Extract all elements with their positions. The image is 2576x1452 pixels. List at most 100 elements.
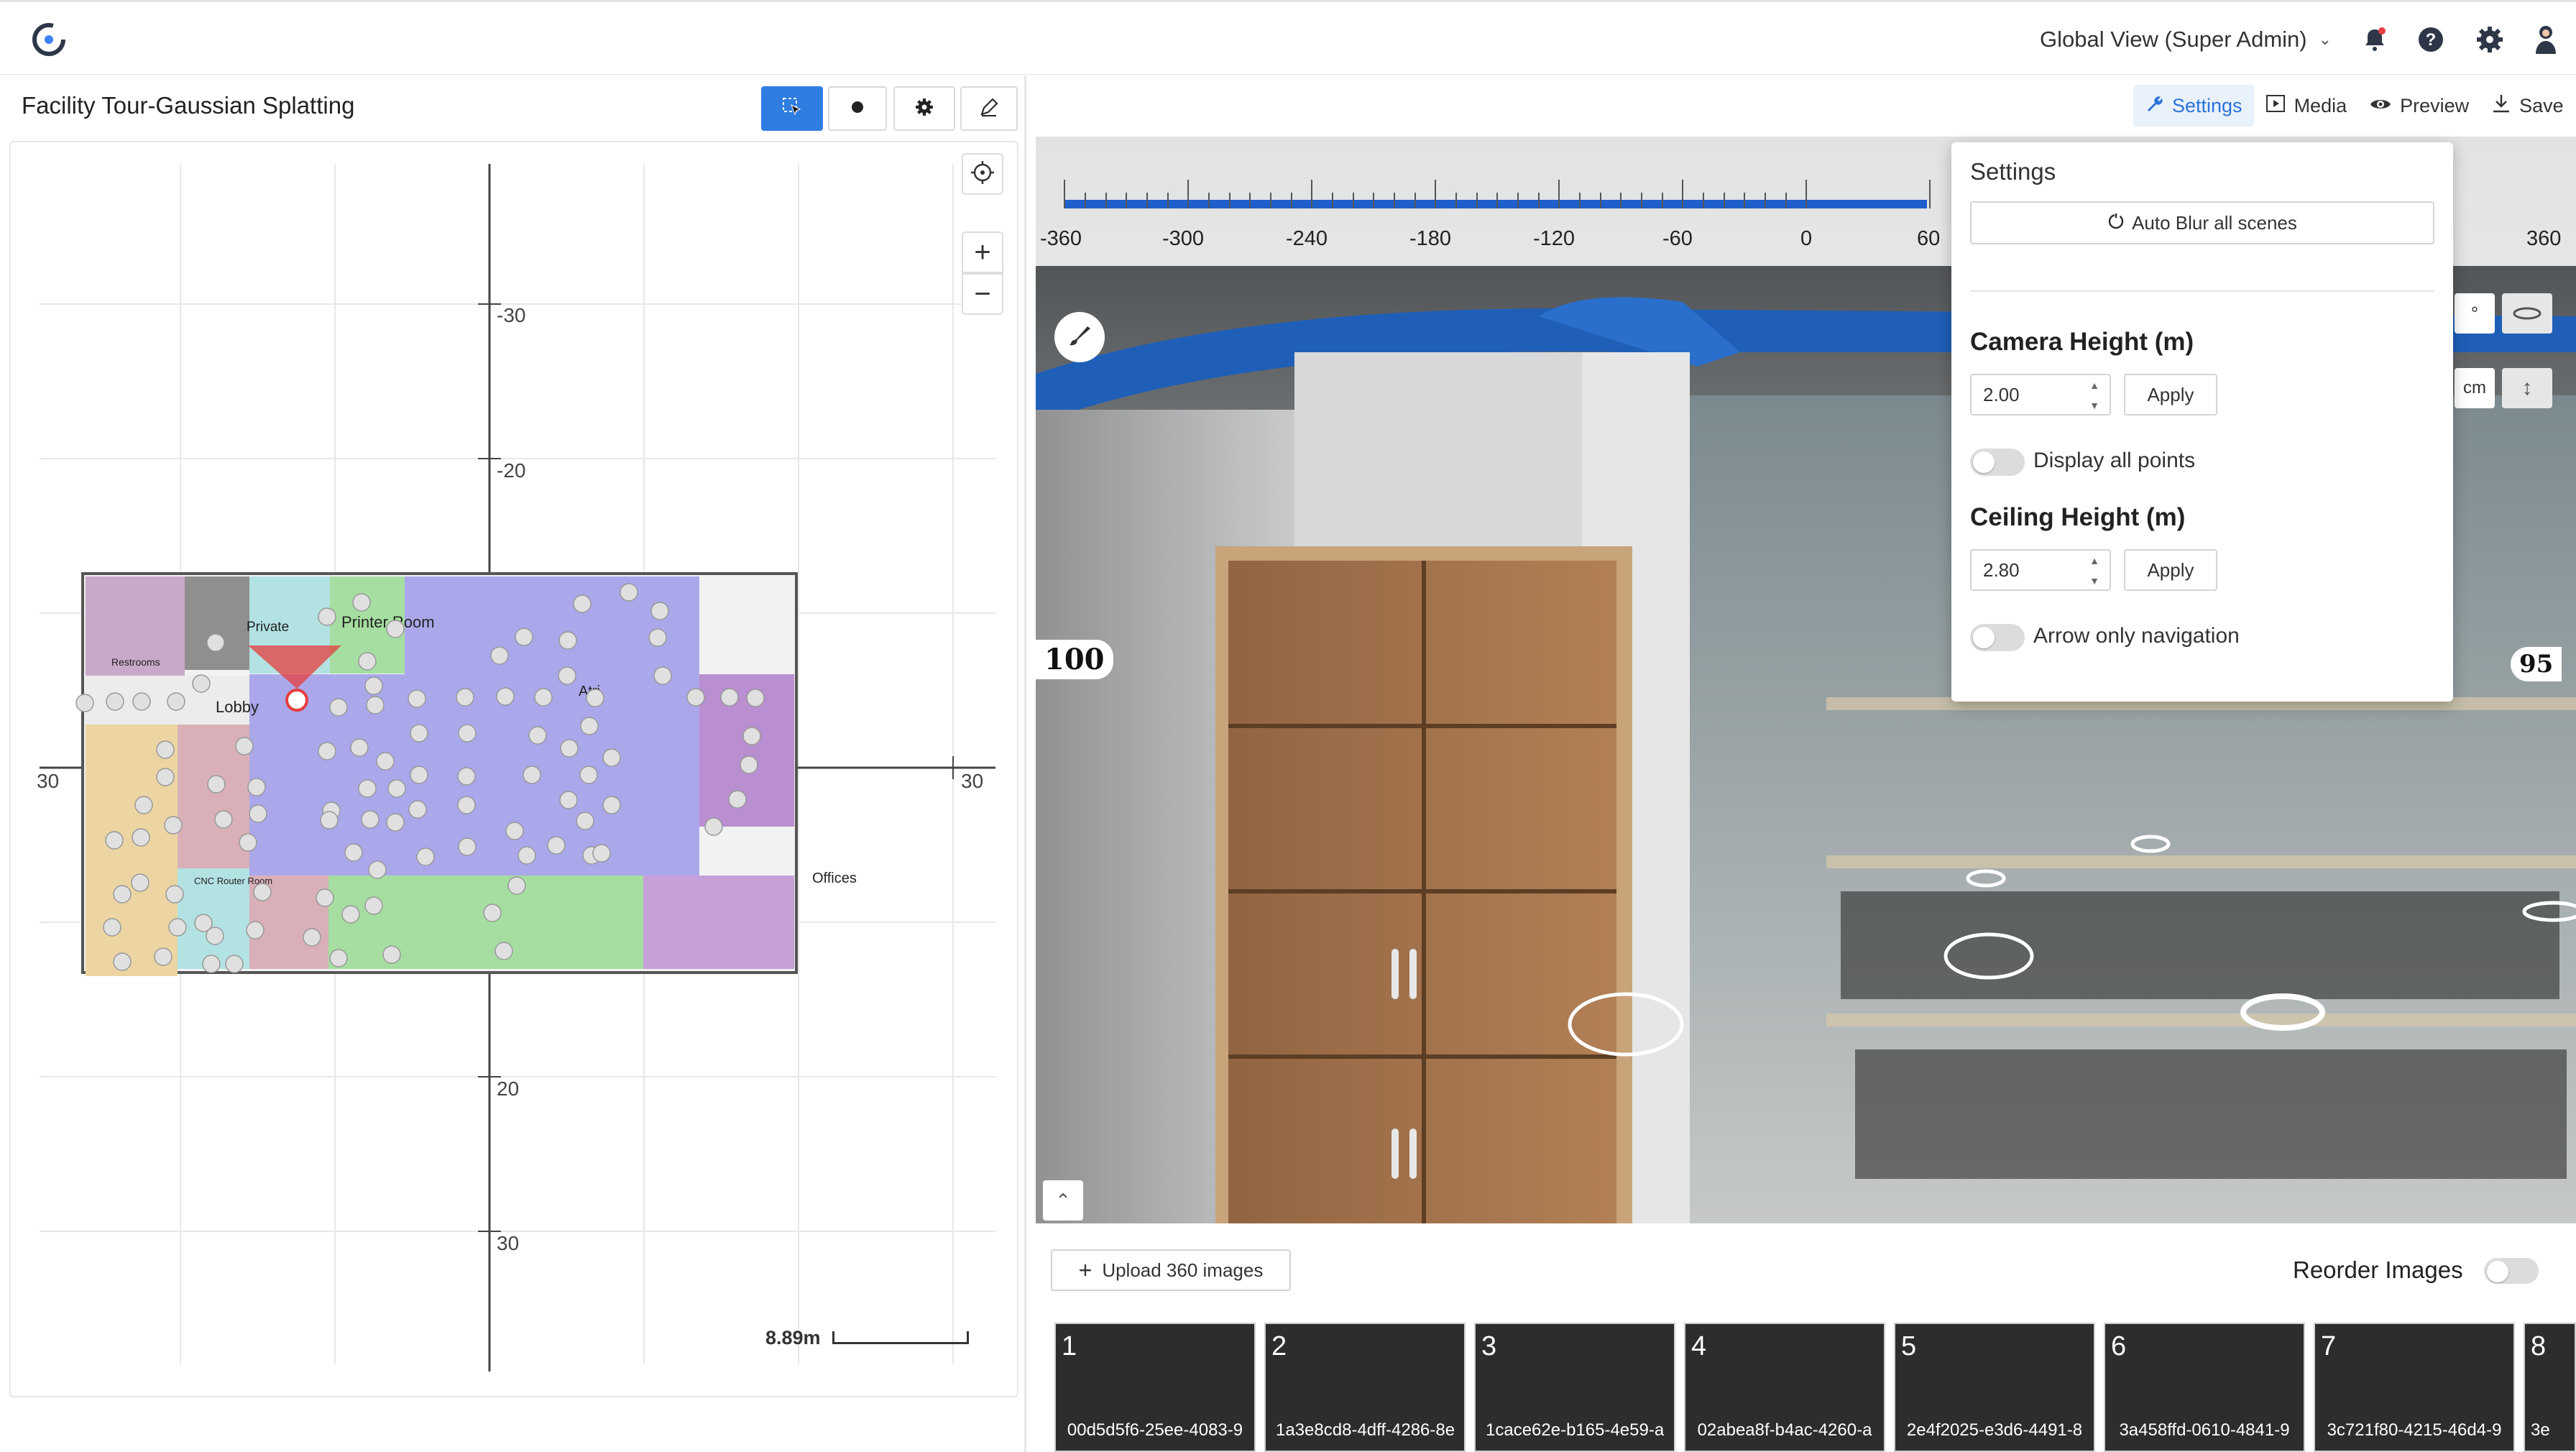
thumbnail-7[interactable]: 7 3c721f80-4215-46d4-9 [2314,1323,2515,1452]
ruler-label: -120 [1533,227,1576,250]
tour-title: Facility Tour-Gaussian Splatting [22,92,355,119]
vertical-arrows-icon[interactable]: ↕ [2502,368,2552,408]
thumbnail-id: 00d5d5f6-25ee-4083-9 [1067,1420,1243,1440]
thumbnail-5[interactable]: 5 2e4f2025-e3d6-4491-8 [1894,1323,2095,1452]
axis-label-bottom1: 20 [497,1077,519,1100]
arrow-only-navigation-toggle[interactable] [1970,624,2025,651]
display-all-points-label: Display all points [2033,449,2196,472]
room-label-restrooms: Restrooms [111,656,160,668]
ruler-label: 360 [2526,227,2562,250]
settings-tool-button[interactable] [893,86,955,131]
zoom-in-button[interactable]: + [962,231,1003,273]
point-tool-button[interactable] [828,86,887,131]
pen-icon [979,97,999,121]
scale-label: 8.89m [765,1327,821,1348]
global-view-label: Global View (Super Admin) [2040,27,2307,52]
rotate-icon[interactable] [2502,293,2552,334]
thumbnail-number: 1 [1062,1331,1077,1361]
app-logo[interactable] [29,19,69,60]
display-all-points-toggle[interactable] [1970,449,2025,476]
thumbnail-id: 02abea8f-b4ac-4260-a [1697,1420,1872,1440]
floorplan-canvas: -30 -20 30 30 20 30 Private Printer Room [37,164,995,1371]
media-icon [2266,94,2286,118]
camera-height-stepper[interactable]: ▲ ▼ [2084,380,2105,411]
thumbnail-1[interactable]: 1 00d5d5f6-25ee-4083-9 [1054,1323,1256,1452]
plus-icon: + [1078,1257,1092,1283]
room-label-offices: Offices [812,870,857,886]
thumbnail-id: 1a3e8cd8-4dff-4286-8e [1276,1420,1455,1440]
scale-bar [832,1331,969,1344]
gear-icon [914,97,934,121]
apply-ceiling-height-button[interactable]: Apply [2124,549,2217,591]
chevron-down-icon: ⌄ [2318,30,2332,48]
help-icon[interactable]: ? [2415,24,2447,55]
degree-input[interactable]: ° [2455,293,2495,334]
ceiling-height-input[interactable]: 2.80 ▲ ▼ [1970,549,2111,591]
bell-icon[interactable] [2359,24,2391,55]
current-point-marker[interactable] [285,689,308,712]
thumbnail-number: 8 [2531,1331,2547,1361]
axis-label-right: 30 [961,770,983,792]
draw-tool-button[interactable] [960,86,1018,131]
tab-preview[interactable]: Preview [2358,85,2480,127]
select-icon [781,96,803,121]
thumbnail-4[interactable]: 4 02abea8f-b4ac-4260-a [1684,1323,1885,1452]
thumbnail-id: 1cace62e-b165-4e59-a [1486,1420,1665,1440]
gear-icon[interactable] [2474,24,2506,55]
floorplan-rooms [81,572,798,976]
editor-tabs: Settings Media Preview Save [2133,85,2575,127]
camera-height-input[interactable]: 2.00 ▲ ▼ [1970,374,2111,415]
ruler-label: 60 [1917,227,1941,250]
thumbnail-number: 4 [1691,1331,1707,1361]
unit-select[interactable]: cm [2455,368,2495,408]
camera-height-label: Camera Height (m) [1970,328,2194,356]
thumbnail-number: 5 [1901,1331,1917,1361]
tab-settings-label: Settings [2172,94,2242,116]
ceiling-height-stepper[interactable]: ▲ ▼ [2084,555,2105,587]
tab-settings[interactable]: Settings [2133,85,2254,127]
download-icon [2492,93,2511,119]
axis-label-top: -30 [497,304,525,326]
thumbnail-2[interactable]: 2 1a3e8cd8-4dff-4286-8e [1264,1323,1466,1452]
expand-panel-button[interactable]: ⌃ [1043,1180,1083,1221]
thumbnail-number: 7 [2321,1331,2337,1361]
settings-title: Settings [1970,158,2056,185]
scene-label-right: 95 [2511,647,2562,681]
upload-label: Upload 360 images [1102,1259,1264,1281]
arrow-only-navigation-label: Arrow only navigation [2033,624,2240,648]
thumbnail-id: 3e [2531,1420,2550,1440]
upload-360-button[interactable]: + Upload 360 images [1051,1249,1291,1291]
zoom-out-button[interactable]: − [962,273,1003,315]
wrench-icon [2145,94,2163,118]
user-icon[interactable] [2530,24,2562,55]
divider [1970,290,2434,292]
settings-popover: Settings Auto Blur all scenes Camera Hei… [1951,142,2453,702]
floorplan-map[interactable]: -30 -20 30 30 20 30 Private Printer Room [9,141,1018,1397]
paint-brush-button[interactable] [1054,312,1105,362]
tab-save[interactable]: Save [2480,85,2575,127]
brush-icon [1067,323,1092,351]
global-view-selector[interactable]: Global View (Super Admin) ⌄ [2040,27,2332,52]
room-label-private: Private [247,620,289,635]
select-tool-button[interactable] [761,86,823,131]
plus-icon: + [974,236,991,268]
minus-icon: − [974,278,991,310]
reorder-images-toggle[interactable] [2484,1258,2539,1284]
thumbnail-6[interactable]: 6 3a458ffd-0610-4841-9 [2104,1323,2305,1452]
thumbnail-8[interactable]: 8 3e [2524,1323,2576,1452]
thumbnail-3[interactable]: 3 1cace62e-b165-4e59-a [1474,1323,1675,1452]
blur-icon [2107,212,2125,234]
tab-media[interactable]: Media [2254,85,2359,127]
reorder-images-label: Reorder Images [2293,1256,2463,1283]
ruler-label: -240 [1286,227,1328,250]
thumbnail-id: 3c721f80-4215-46d4-9 [2327,1420,2502,1440]
ceiling-height-label: Ceiling Height (m) [1970,503,2186,531]
thumbnail-id: 2e4f2025-e3d6-4491-8 [1906,1420,2083,1440]
recenter-button[interactable] [962,153,1003,195]
crosshair-icon [970,160,995,188]
apply-camera-height-button[interactable]: Apply [2124,374,2217,415]
thumbnail-number: 2 [1271,1331,1287,1361]
auto-blur-button[interactable]: Auto Blur all scenes [1970,201,2434,244]
tab-media-label: Media [2294,94,2347,116]
room-label-lobby: Lobby [216,698,259,716]
